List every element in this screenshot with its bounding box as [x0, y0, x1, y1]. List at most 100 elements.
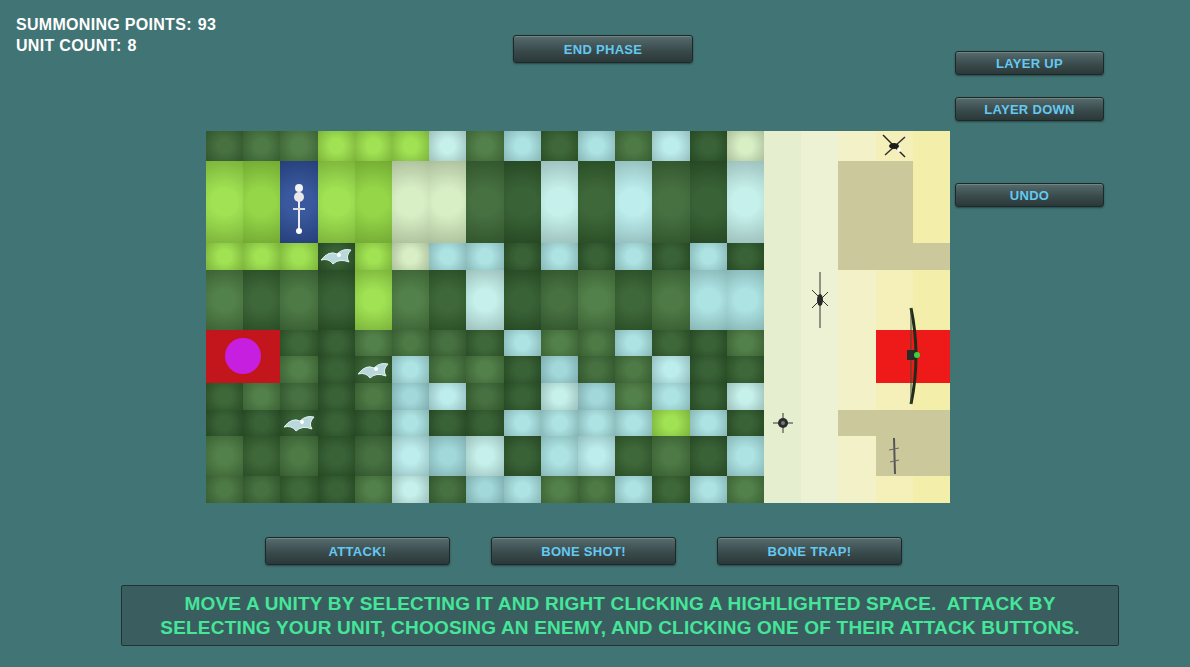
ice-tile[interactable]	[504, 410, 541, 437]
ice-tile[interactable]	[466, 270, 503, 330]
grass-tile[interactable]	[466, 410, 503, 437]
enemy-tile[interactable]	[913, 330, 950, 357]
grass-tile[interactable]	[206, 131, 243, 161]
grass-tile[interactable]	[243, 270, 280, 330]
grass-tile[interactable]	[280, 436, 317, 476]
grass-tile[interactable]	[727, 356, 764, 383]
ice-tile[interactable]	[615, 476, 652, 503]
sand-tile[interactable]	[801, 243, 838, 270]
grass-tile[interactable]	[504, 161, 541, 243]
grass-tile[interactable]	[280, 383, 317, 410]
side-button[interactable]: LAYER DOWN	[955, 97, 1104, 121]
move-tile[interactable]	[355, 131, 392, 161]
sand-tile[interactable]	[801, 330, 838, 357]
ice-tile[interactable]	[690, 410, 727, 437]
ice-tile[interactable]	[429, 243, 466, 270]
sand-tile[interactable]	[801, 356, 838, 383]
grass-tile[interactable]	[504, 383, 541, 410]
grass-tile[interactable]	[243, 436, 280, 476]
grass-tile[interactable]	[504, 436, 541, 476]
sand-tile[interactable]	[764, 356, 801, 383]
ice-tile[interactable]	[652, 356, 689, 383]
grass-tile[interactable]	[652, 161, 689, 243]
sand-tile[interactable]	[913, 161, 950, 243]
ice-tile[interactable]	[690, 243, 727, 270]
move-tile[interactable]	[206, 243, 243, 270]
grass-tile[interactable]	[615, 383, 652, 410]
pale-tile[interactable]	[392, 243, 429, 270]
ice-tile[interactable]	[466, 243, 503, 270]
sand-tile[interactable]	[913, 131, 950, 161]
ice-tile[interactable]	[615, 410, 652, 437]
sand-tile[interactable]	[801, 476, 838, 503]
grass-tile[interactable]	[466, 131, 503, 161]
sand-tile[interactable]	[876, 476, 913, 503]
sand-tile[interactable]	[838, 383, 875, 410]
sand-tile[interactable]	[801, 436, 838, 476]
grass-tile[interactable]	[541, 330, 578, 357]
move-tile[interactable]	[243, 243, 280, 270]
grass-tile[interactable]	[243, 131, 280, 161]
grass-tile[interactable]	[504, 356, 541, 383]
move-tile[interactable]	[318, 131, 355, 161]
sand-tile[interactable]	[913, 383, 950, 410]
grass-tile[interactable]	[652, 436, 689, 476]
sand-tile[interactable]	[838, 330, 875, 357]
grass-tile[interactable]	[318, 476, 355, 503]
grass-tile[interactable]	[466, 356, 503, 383]
unit[interactable]	[764, 410, 801, 437]
grass-tile[interactable]	[429, 330, 466, 357]
sand-tile[interactable]	[764, 161, 801, 243]
grass-tile[interactable]	[652, 270, 689, 330]
sand-tile[interactable]	[876, 161, 913, 243]
pale-tile[interactable]	[727, 131, 764, 161]
grass-tile[interactable]	[690, 161, 727, 243]
move-tile[interactable]	[652, 410, 689, 437]
ice-tile[interactable]	[504, 131, 541, 161]
grass-tile[interactable]	[243, 410, 280, 437]
sand-tile[interactable]	[876, 270, 913, 330]
sand-tile[interactable]	[838, 476, 875, 503]
ice-tile[interactable]	[392, 410, 429, 437]
ice-tile[interactable]	[541, 161, 578, 243]
grass-tile[interactable]	[318, 330, 355, 357]
grass-tile[interactable]	[280, 330, 317, 357]
ice-tile[interactable]	[392, 476, 429, 503]
ice-tile[interactable]	[578, 436, 615, 476]
sand-tile[interactable]	[838, 436, 875, 476]
move-tile[interactable]	[280, 243, 317, 270]
grass-tile[interactable]	[504, 243, 541, 270]
grass-tile[interactable]	[243, 383, 280, 410]
sand-tile[interactable]	[913, 243, 950, 270]
ice-tile[interactable]	[727, 383, 764, 410]
ice-tile[interactable]	[652, 131, 689, 161]
attack-button[interactable]: BONE TRAP!	[717, 537, 902, 565]
grass-tile[interactable]	[615, 270, 652, 330]
grass-tile[interactable]	[355, 330, 392, 357]
unit[interactable]	[876, 330, 950, 383]
grass-tile[interactable]	[355, 383, 392, 410]
unit[interactable]	[801, 270, 838, 330]
grass-tile[interactable]	[429, 410, 466, 437]
ice-tile[interactable]	[392, 383, 429, 410]
grass-tile[interactable]	[429, 356, 466, 383]
sand-tile[interactable]	[801, 161, 838, 243]
grass-tile[interactable]	[541, 131, 578, 161]
grass-tile[interactable]	[318, 270, 355, 330]
grass-tile[interactable]	[206, 410, 243, 437]
grass-tile[interactable]	[318, 410, 355, 437]
grass-tile[interactable]	[206, 476, 243, 503]
move-tile[interactable]	[355, 243, 392, 270]
grass-tile[interactable]	[243, 476, 280, 503]
grass-tile[interactable]	[578, 476, 615, 503]
ice-tile[interactable]	[392, 356, 429, 383]
ice-tile[interactable]	[652, 383, 689, 410]
sand-tile[interactable]	[838, 161, 875, 243]
grass-tile[interactable]	[429, 476, 466, 503]
grass-tile[interactable]	[355, 436, 392, 476]
side-button[interactable]: UNDO	[955, 183, 1104, 207]
ice-tile[interactable]	[615, 330, 652, 357]
grass-tile[interactable]	[318, 436, 355, 476]
unit[interactable]	[876, 131, 913, 161]
sand-tile[interactable]	[838, 243, 875, 270]
